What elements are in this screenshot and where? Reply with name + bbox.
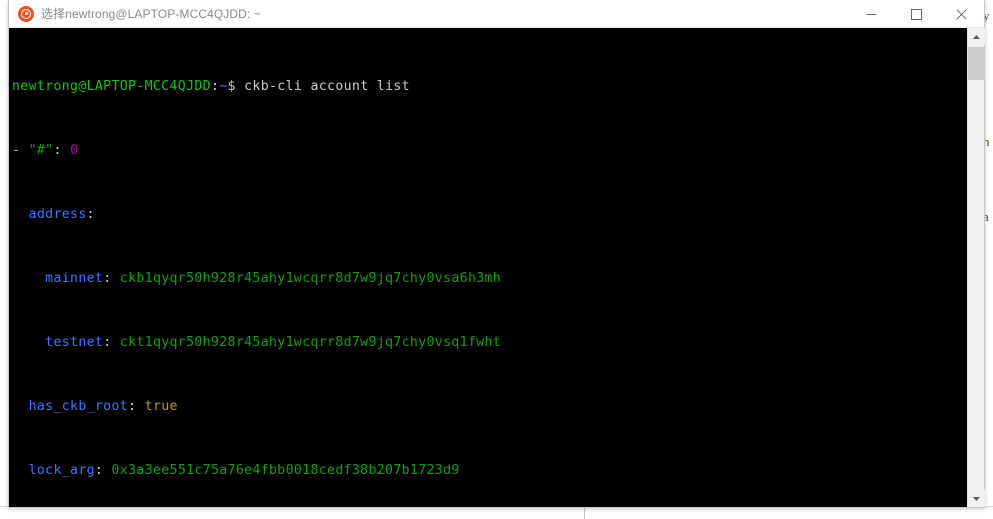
desktop-vertical-divider (584, 507, 585, 519)
window-controls (849, 0, 984, 28)
has-ckb-root-label: has_ckb_root (12, 399, 129, 414)
ubuntu-icon (18, 5, 34, 22)
index-value: 0 (70, 143, 79, 158)
lock-arg-colon: : (94, 463, 112, 478)
mainnet-colon: : (103, 271, 120, 286)
mainnet-label: mainnet (12, 271, 104, 286)
output-lock-arg-line: lock_arg: 0x3a3ee551c75a76e4fbb0018cedf3… (12, 463, 967, 479)
lock-arg-label: lock_arg (12, 463, 95, 478)
testnet-label: testnet (12, 335, 104, 350)
prompt-colon: : (210, 79, 220, 94)
window-title: 选择newtrong@LAPTOP-MCC4QJDD: ~ (41, 7, 261, 21)
scrollbar-thumb[interactable] (968, 47, 985, 80)
window-titlebar[interactable]: 选择newtrong@LAPTOP-MCC4QJDD: ~ (9, 0, 984, 28)
prompt-user-host: newtrong@LAPTOP-MCC4QJDD (12, 79, 211, 94)
index-dash: - (12, 143, 29, 158)
output-index-line: - "#": 0 (12, 143, 967, 159)
testnet-colon: : (103, 335, 120, 350)
address-colon: : (86, 207, 95, 222)
terminal-console-output: newtrong@LAPTOP-MCC4QJDD:~$ ckb-cli acco… (10, 31, 967, 507)
index-key: "#" (28, 143, 54, 158)
prompt-command: ckb-cli account list (244, 79, 410, 94)
terminal-scrollbar[interactable] (967, 28, 985, 507)
scrollbar-track[interactable] (968, 45, 984, 490)
prompt-path: ~ (219, 79, 228, 94)
prompt-symbol: $ (227, 79, 236, 94)
output-address-line: address: (12, 207, 967, 223)
maximize-button[interactable] (894, 0, 939, 28)
output-mainnet-line: mainnet: ckb1qyqr50h928r45ahy1wcqrr8d7w9… (12, 271, 967, 287)
address-label: address (12, 207, 87, 222)
terminal-body: newtrong@LAPTOP-MCC4QJDD:~$ ckb-cli acco… (9, 28, 985, 507)
has-ckb-root-colon: : (128, 399, 145, 414)
index-separator: : (53, 143, 71, 158)
close-button[interactable] (939, 0, 984, 28)
minimize-button[interactable] (849, 0, 894, 28)
output-has-ckb-root-line: has_ckb_root: true (12, 399, 967, 415)
terminal-window: 选择newtrong@LAPTOP-MCC4QJDD: ~ newtrong@L… (8, 0, 985, 508)
scroll-down-arrow[interactable] (968, 490, 985, 507)
prompt-line: newtrong@LAPTOP-MCC4QJDD:~$ ckb-cli acco… (12, 79, 967, 95)
has-ckb-root-value: true (144, 399, 178, 414)
output-testnet-line: testnet: ckt1qyqr50h928r45ahy1wcqrr8d7w9… (12, 335, 967, 351)
lock-arg-value: 0x3a3ee551c75a76e4fbb0018cedf38b207b1723… (111, 463, 460, 478)
scroll-up-arrow[interactable] (968, 28, 985, 45)
terminal-screen[interactable]: newtrong@LAPTOP-MCC4QJDD:~$ ckb-cli acco… (9, 28, 967, 507)
mainnet-address-value: ckb1qyqr50h928r45ahy1wcqrr8d7w9jq7chy0vs… (119, 271, 502, 286)
testnet-address-value: ckt1qyqr50h928r45ahy1wcqrr8d7w9jq7chy0vs… (119, 335, 502, 350)
